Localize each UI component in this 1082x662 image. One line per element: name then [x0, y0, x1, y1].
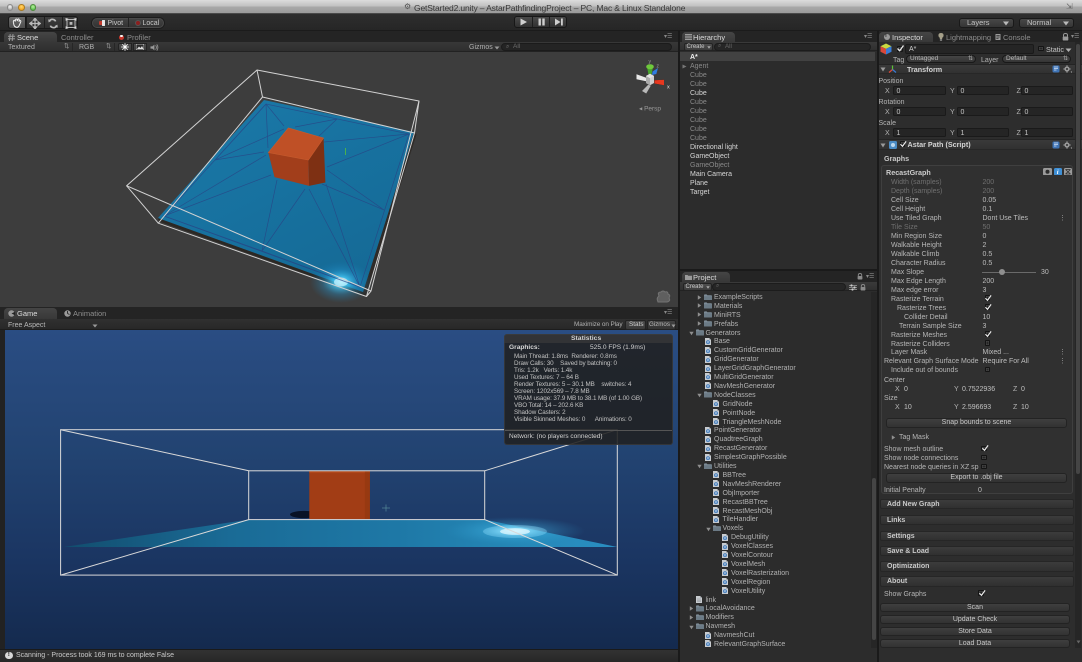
svg-text:#: #: [724, 563, 726, 567]
svg-text:#: #: [707, 447, 709, 451]
svg-text:#: #: [707, 340, 709, 344]
svg-text:◂ Persp: ◂ Persp: [639, 106, 661, 113]
svg-text:#: #: [724, 581, 726, 585]
svg-text:#: #: [715, 420, 717, 424]
svg-text:#: #: [707, 634, 709, 638]
svg-text:#: #: [707, 358, 709, 362]
svg-text:#: #: [724, 554, 726, 558]
svg-text:#: #: [724, 590, 726, 594]
svg-text:#: #: [724, 536, 726, 540]
svg-text:#: #: [707, 376, 709, 380]
svg-text:#: #: [724, 572, 726, 576]
svg-text:#: #: [715, 403, 717, 407]
svg-text:#: #: [715, 509, 717, 513]
svg-text:#: #: [707, 367, 709, 371]
svg-text:#: #: [715, 492, 717, 496]
svg-text:#: #: [715, 518, 717, 522]
svg-text:x: x: [667, 85, 670, 91]
svg-text:#: #: [715, 501, 717, 505]
svg-text:#: #: [707, 429, 709, 433]
svg-text:i: i: [1057, 169, 1059, 176]
svg-text:#: #: [715, 474, 717, 478]
svg-text:#: #: [707, 438, 709, 442]
svg-text:#: #: [715, 412, 717, 416]
svg-text:#: #: [707, 349, 709, 353]
svg-text:#: #: [707, 643, 709, 647]
svg-text:#: #: [707, 385, 709, 389]
svg-text:#: #: [724, 545, 726, 549]
svg-text:#: #: [715, 483, 717, 487]
svg-text:#: #: [707, 456, 709, 460]
